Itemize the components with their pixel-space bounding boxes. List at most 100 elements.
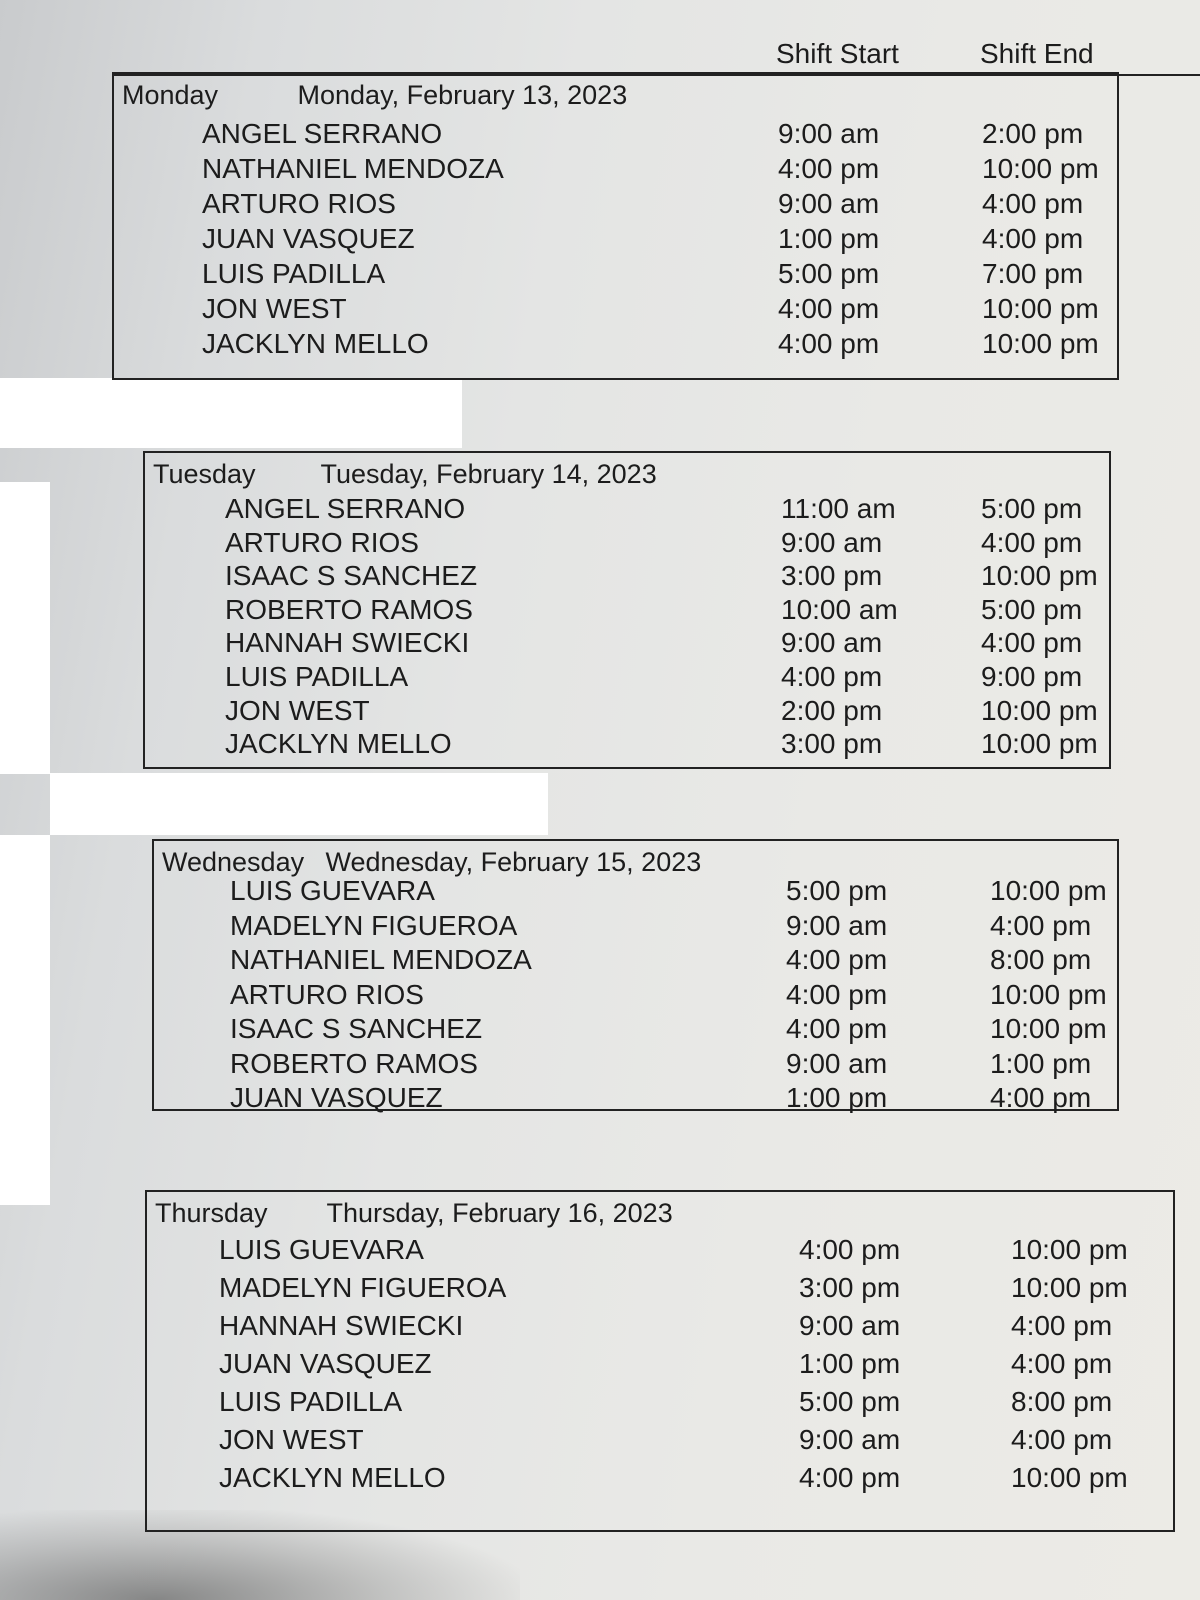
day-block-wednesday: Wednesday Wednesday, February 15, 2023 L… <box>152 839 1119 1113</box>
shift-row: LUIS PADILLA 5:00 pm 7:00 pm <box>114 258 1117 292</box>
shift-start-header: Shift Start <box>776 38 899 69</box>
shift-end-time: 10:00 pm <box>981 694 1098 726</box>
redaction-patch <box>0 482 50 774</box>
employee-name: JUAN VASQUEZ <box>230 1082 443 1113</box>
employee-name: LUIS PADILLA <box>219 1386 403 1417</box>
shift-row: MADELYN FIGUEROA 3:00 pm 10:00 pm <box>147 1272 1173 1306</box>
shift-row: NATHANIEL MENDOZA 4:00 pm 8:00 pm <box>154 944 1117 978</box>
day-name: Thursday <box>155 1198 268 1228</box>
day-header: Thursday Thursday, February 16, 2023 <box>155 1198 673 1229</box>
shift-end-time: 10:00 pm <box>1011 1272 1128 1303</box>
employee-name: JACKLYN MELLO <box>219 1462 446 1493</box>
redaction-patch <box>0 378 462 448</box>
shift-end-time: 4:00 pm <box>1011 1348 1113 1379</box>
day-block-monday: Monday Monday, February 13, 2023 ANGEL S… <box>112 72 1119 380</box>
column-headers: Shift Start Shift End <box>0 38 1200 72</box>
employee-name: HANNAH SWIECKI <box>225 627 470 659</box>
shift-start-time: 9:00 am <box>781 526 883 558</box>
shift-start-time: 9:00 am <box>799 1310 901 1341</box>
shift-start-time: 11:00 am <box>781 493 896 524</box>
shift-end-time: 10:00 pm <box>990 1013 1107 1044</box>
shift-row: NATHANIEL MENDOZA 4:00 pm 10:00 pm <box>114 153 1117 187</box>
shift-end-time: 10:00 pm <box>990 875 1107 906</box>
shift-end-time: 5:00 pm <box>981 493 1083 524</box>
employee-name: ROBERTO RAMOS <box>230 1047 478 1079</box>
employee-name: HANNAH SWIECKI <box>219 1310 464 1341</box>
shift-row: JACKLYN MELLO 4:00 pm 10:00 pm <box>147 1462 1173 1496</box>
shift-end-time: 4:00 pm <box>1011 1310 1113 1341</box>
employee-name: LUIS GUEVARA <box>230 875 435 906</box>
day-header: Tuesday Tuesday, February 14, 2023 <box>153 459 657 490</box>
shift-row: ISAAC S SANCHEZ 4:00 pm 10:00 pm <box>154 1013 1117 1047</box>
shift-row: ARTURO RIOS 9:00 am 4:00 pm <box>114 188 1117 222</box>
shift-start-time: 1:00 pm <box>786 1082 888 1113</box>
shift-start-time: 2:00 pm <box>781 694 883 726</box>
day-block-tuesday: Tuesday Tuesday, February 14, 2023 ANGEL… <box>143 451 1111 769</box>
employee-name: LUIS PADILLA <box>202 258 386 289</box>
employee-name: MADELYN FIGUEROA <box>230 909 518 941</box>
shift-end-time: 4:00 pm <box>982 223 1084 254</box>
shift-start-time: 10:00 am <box>781 593 898 625</box>
shift-end-time: 4:00 pm <box>982 188 1084 219</box>
shift-row: ISAAC S SANCHEZ 3:00 pm 10:00 pm <box>145 560 1109 594</box>
shift-end-time: 10:00 pm <box>1011 1234 1128 1265</box>
shift-row: ARTURO RIOS 9:00 am 4:00 pm <box>145 527 1109 561</box>
day-date: Thursday, February 16, 2023 <box>326 1198 673 1228</box>
employee-name: NATHANIEL MENDOZA <box>230 944 532 975</box>
shift-end-time: 4:00 pm <box>981 627 1083 659</box>
employee-name: JON WEST <box>202 293 347 324</box>
employee-name: ANGEL SERRANO <box>225 493 466 524</box>
shift-start-time: 5:00 pm <box>786 875 888 906</box>
shift-start-time: 4:00 pm <box>786 978 888 1010</box>
employee-name: ROBERTO RAMOS <box>225 593 473 625</box>
shift-end-time: 10:00 pm <box>1011 1462 1128 1493</box>
shift-end-time: 5:00 pm <box>981 593 1083 625</box>
shift-end-time: 1:00 pm <box>990 1047 1092 1079</box>
shift-end-time: 10:00 pm <box>981 560 1098 592</box>
shift-row: JON WEST 4:00 pm 10:00 pm <box>114 293 1117 327</box>
shift-end-time: 10:00 pm <box>981 728 1098 760</box>
shift-start-time: 4:00 pm <box>799 1234 901 1265</box>
redaction-patch <box>0 835 50 1205</box>
shift-row: JUAN VASQUEZ 1:00 pm 4:00 pm <box>147 1348 1173 1382</box>
employee-name: LUIS PADILLA <box>225 661 409 692</box>
employee-name: JON WEST <box>225 694 370 726</box>
shift-end-time: 4:00 pm <box>990 1082 1092 1113</box>
shift-start-time: 4:00 pm <box>786 1013 888 1044</box>
employee-name: ARTURO RIOS <box>230 978 424 1010</box>
shift-start-time: 3:00 pm <box>781 728 883 760</box>
shift-row: ROBERTO RAMOS 10:00 am 5:00 pm <box>145 594 1109 628</box>
shift-start-time: 9:00 am <box>778 118 880 149</box>
shift-row: JON WEST 9:00 am 4:00 pm <box>147 1424 1173 1458</box>
day-date: Monday, February 13, 2023 <box>297 80 628 110</box>
day-header: Wednesday Wednesday, February 15, 2023 <box>162 847 701 878</box>
shift-start-time: 4:00 pm <box>786 944 888 975</box>
shift-row: MADELYN FIGUEROA 9:00 am 4:00 pm <box>154 910 1117 944</box>
shift-start-time: 5:00 pm <box>799 1386 901 1417</box>
shift-start-time: 3:00 pm <box>799 1272 901 1303</box>
day-date: Wednesday, February 15, 2023 <box>325 847 702 877</box>
shift-end-time: 10:00 pm <box>982 293 1099 324</box>
day-block-thursday: Thursday Thursday, February 16, 2023 LUI… <box>145 1190 1175 1532</box>
shift-row: ROBERTO RAMOS 9:00 am 1:00 pm <box>154 1048 1117 1082</box>
shift-row: JUAN VASQUEZ 1:00 pm 4:00 pm <box>154 1082 1117 1116</box>
shift-start-time: 4:00 pm <box>778 293 880 324</box>
employee-name: LUIS GUEVARA <box>219 1234 424 1265</box>
shift-start-time: 5:00 pm <box>778 258 880 289</box>
shift-start-time: 9:00 am <box>786 909 888 941</box>
shift-start-time: 9:00 am <box>781 627 883 659</box>
employee-name: JON WEST <box>219 1424 364 1455</box>
shift-start-time: 4:00 pm <box>778 153 880 184</box>
shift-start-time: 9:00 am <box>799 1424 901 1455</box>
shift-row: ANGEL SERRANO 11:00 am 5:00 pm <box>145 493 1109 527</box>
shift-row: LUIS PADILLA 4:00 pm 9:00 pm <box>145 661 1109 695</box>
shift-row: HANNAH SWIECKI 9:00 am 4:00 pm <box>145 627 1109 661</box>
day-header: Monday Monday, February 13, 2023 <box>122 80 627 111</box>
shift-end-time: 8:00 pm <box>1011 1386 1113 1417</box>
shift-end-time: 4:00 pm <box>981 526 1083 558</box>
shift-end-time: 2:00 pm <box>982 118 1084 149</box>
shift-row: ARTURO RIOS 4:00 pm 10:00 pm <box>154 979 1117 1013</box>
shift-start-time: 9:00 am <box>786 1047 888 1079</box>
shift-row: JON WEST 2:00 pm 10:00 pm <box>145 695 1109 729</box>
shift-start-time: 3:00 pm <box>781 560 883 592</box>
